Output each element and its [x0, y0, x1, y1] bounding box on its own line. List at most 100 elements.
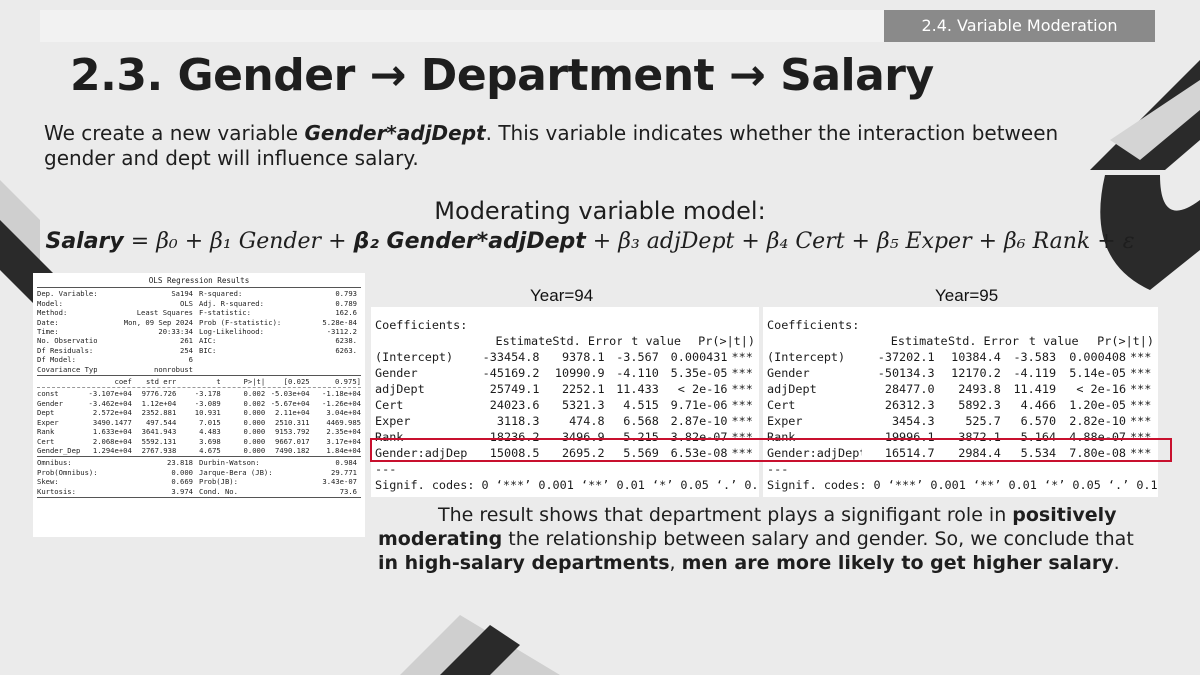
coef-column-label: t value: [1028, 334, 1079, 348]
coef-cell: ***: [1130, 398, 1152, 412]
coef-cell: 6.570: [1020, 414, 1057, 428]
coef-cell: 4.466: [1020, 398, 1057, 412]
conclusion-emphasis-2: in high-salary departments: [378, 552, 670, 574]
ols-coef-cell: 4469.985: [326, 417, 361, 427]
ols-coef-cell: 0.000: [243, 417, 266, 427]
coef-heading: Coefficients:: [375, 318, 468, 332]
year-label-94: Year=94: [530, 286, 594, 305]
ols-coef-cell: 3.17e+04: [326, 436, 361, 446]
coef-cell: 5.14e-05: [1069, 366, 1127, 380]
ols-divider: [37, 496, 361, 498]
ols-divider: [37, 287, 361, 289]
ols-summary-value: Least Squares: [136, 308, 193, 318]
coef-cell: Cert: [767, 398, 796, 412]
ols-summary-key: Dep. Variable:: [37, 289, 97, 299]
ols-summary-key: Df Residuals:: [37, 345, 94, 355]
ols-coef-cell: 3490.1477: [92, 417, 132, 427]
coef-row: (Intercept) -37202.1 10384.4 -3.583 0.000408…: [767, 349, 1154, 365]
ols-summary-row: Df Model: 6: [37, 355, 361, 364]
ols-coef-cell: 9667.017: [275, 436, 310, 446]
ols-summary-row: No. Observations: 261 AIC: 6238.: [37, 336, 361, 345]
coef-cell: Gender: [767, 366, 810, 380]
formula-beta5: β₅: [876, 229, 899, 254]
coef-row: (Intercept) -33454.8 9378.1 -3.567 0.000431 *…: [375, 349, 755, 365]
coef-cell: 2.82e-10: [1069, 414, 1127, 428]
coef-cell: 28477.0: [884, 382, 935, 396]
ols-coef-header: coef std err t P>|t| [0.025 0.975]: [37, 377, 361, 386]
formula-error: ε: [1122, 229, 1135, 254]
ols-coef-cell: Cert: [37, 436, 55, 446]
conclusion-emphasis-3: men are more likely to get higher salary: [681, 552, 1114, 574]
coef-cell: 3454.3: [891, 414, 935, 428]
coef-cell: 9378.1: [561, 350, 605, 364]
formula-plus: +: [321, 229, 354, 254]
ols-coef-cell: 3.04e+04: [326, 408, 361, 418]
ols-summary-key: Model:: [37, 298, 63, 308]
ols-diagnostic-key: Omnibus:: [37, 458, 72, 468]
ols-summary-row: Model: OLS Adj. R-squared: 0.789: [37, 299, 361, 308]
ols-coef-cell: 0.000: [243, 436, 266, 446]
ols-coef-cell: 2767.938: [141, 445, 177, 455]
coef-cell: 2493.8: [958, 382, 1001, 396]
coef-row: adjDept 25749.1 2252.1 11.433 < 2e-16 ***: [375, 381, 755, 397]
coef-column-label: Std. Error: [948, 334, 1020, 348]
ols-summary-key: Date:: [37, 317, 59, 327]
ols-diagnostic-value: 29.771: [331, 467, 357, 477]
coef-table-year-95: Coefficients: Estimate Std. Error t value Pr…: [763, 307, 1158, 497]
intro-before: We create a new variable: [44, 121, 305, 145]
coef-cell: 25749.1: [489, 382, 540, 396]
ols-diagnostic-value: 0.984: [335, 458, 357, 468]
ols-coef-cell: 7490.182: [275, 445, 310, 455]
ols-coef-cell: const: [37, 389, 59, 399]
ols-coef-header-cell: [0.025: [283, 377, 310, 387]
ols-diagnostic-key: Cond. No.: [199, 486, 238, 496]
coef-cell: 5321.3: [561, 398, 605, 412]
ols-summary-row: Time: 20:33:34 Log-Likelihood: -3112.2: [37, 327, 361, 336]
coef-cell: 5892.3: [958, 398, 1001, 412]
coef-cell: ***: [731, 398, 753, 412]
ols-coef-row: const -3.107e+04 9776.726 -3.178 0.002 -5.03e…: [37, 389, 361, 398]
coef-row: Exper 3454.3 525.7 6.570 2.82e-10 ***: [767, 413, 1154, 429]
ols-diagnostic-key: Durbin-Watson:: [199, 458, 260, 468]
ols-summary-key: F-statistic:: [199, 308, 251, 318]
ols-coef-cell: -3.107e+04: [88, 389, 132, 399]
ols-diagnostic-row: Omnibus: 23.818 Durbin-Watson: 0.984: [37, 458, 361, 467]
coef-cell: 26312.3: [884, 398, 935, 412]
coef-cell: 6.568: [623, 414, 659, 428]
formula-plus: +: [844, 229, 877, 254]
coef-cell: 12170.2: [951, 366, 1001, 380]
coef-cell: ***: [1130, 414, 1152, 428]
ols-coef-cell: -3.178: [194, 389, 221, 399]
ols-divider: [37, 375, 361, 377]
intro-text: We create a new variable Gender*adjDept.…: [44, 121, 1124, 171]
ols-diagnostic-row: Prob(Omnibus): 0.000 Jarque-Bera (JB): 29.7…: [37, 468, 361, 477]
coef-separator: ---: [767, 462, 789, 476]
ols-coef-cell: 7.015: [199, 417, 221, 427]
ols-coef-cell: 1.84e+04: [326, 445, 361, 455]
coef-cell: -4.119: [1013, 366, 1057, 380]
ols-coef-cell: 1.294e+04: [92, 445, 132, 455]
conclusion-part-1: The result shows that department plays a…: [438, 504, 1013, 526]
ols-summary-value: 6238.: [335, 336, 357, 346]
formula-plus: +: [1090, 229, 1123, 254]
ols-summary-value: 0.789: [335, 298, 357, 308]
model-formula: Salary = β₀ + β₁ Gender + β₂ Gender*adjD…: [0, 229, 1180, 254]
ols-summary-value: OLS: [180, 298, 193, 308]
coef-row: Gender -50134.3 12170.2 -4.119 5.14e-05 ***: [767, 365, 1154, 381]
coef-cell: Exper: [375, 414, 411, 428]
coef-cell: -4.110: [616, 366, 659, 380]
coef-cell: < 2e-16: [1076, 382, 1127, 396]
coef-cell: 10384.4: [951, 350, 1001, 364]
ols-results-panel: OLS Regression Results Dep. Variable: Sa1…: [33, 273, 365, 537]
coef-row: Exper 3118.3 474.8 6.568 2.87e-10 ***: [375, 413, 755, 429]
ols-summary-value: 6263.: [335, 345, 357, 355]
ols-diagnostic-value: 0.000: [171, 467, 193, 477]
ols-coef-cell: 1.633e+04: [92, 427, 132, 437]
coef-row: adjDept 28477.0 2493.8 11.419 < 2e-16 ***: [767, 381, 1154, 397]
coef-cell: 0.000431: [670, 350, 728, 364]
formula-beta1: β₁: [210, 229, 232, 254]
ols-coef-cell: -1.26e+04: [322, 398, 361, 408]
coef-cell: ***: [1130, 350, 1152, 364]
ols-summary-key: No. Observations:: [37, 336, 97, 346]
formula-eq: =: [123, 229, 157, 254]
